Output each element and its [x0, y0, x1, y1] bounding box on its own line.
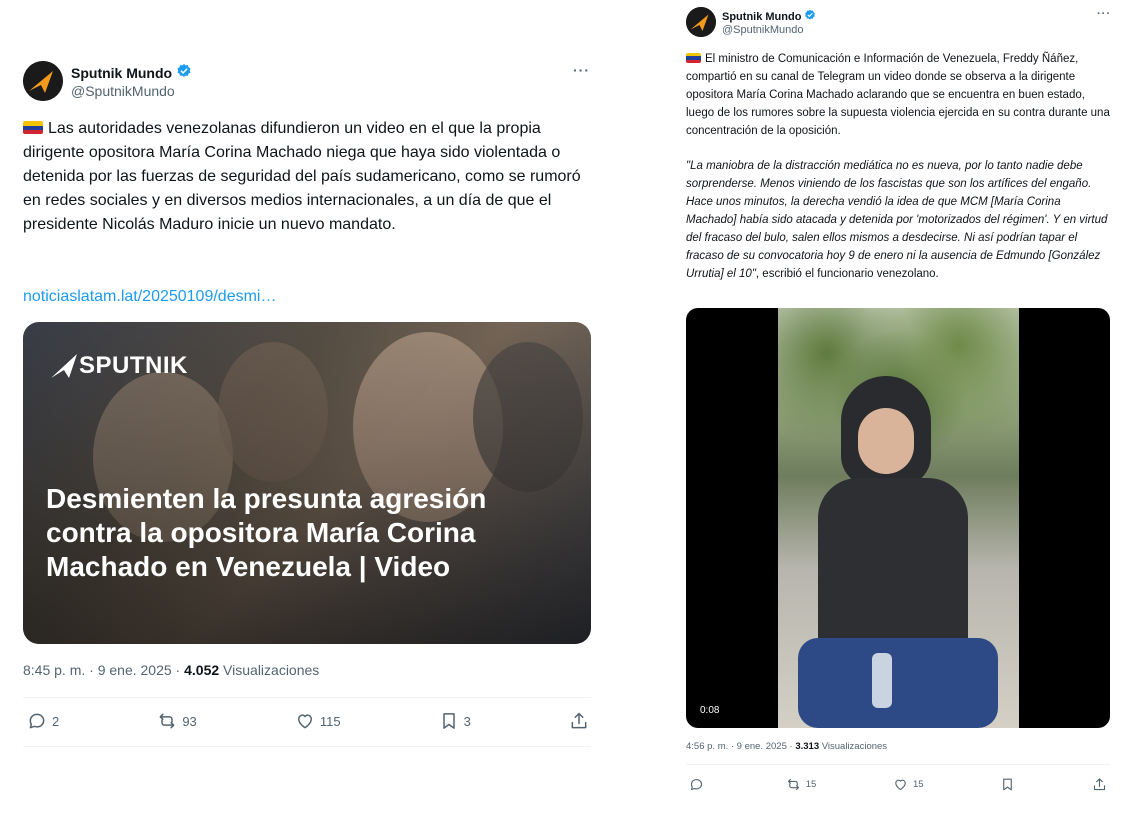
share-button[interactable] — [569, 711, 589, 731]
reply-icon — [29, 713, 45, 729]
tweet-quote: "La maniobra de la distracción mediática… — [686, 157, 1114, 283]
author-handle[interactable]: @SputnikMundo — [722, 24, 804, 36]
sputnik-avatar[interactable] — [686, 7, 716, 37]
like-count: 15 — [912, 778, 924, 790]
article-card[interactable]: SPUTNIK Desmienten la presunta agresión … — [23, 322, 591, 644]
share-icon — [1093, 777, 1106, 790]
share-icon — [571, 712, 587, 729]
views-label: Visualizaciones — [219, 662, 320, 678]
person-jeans — [798, 638, 998, 728]
video-player[interactable]: 0:08 — [686, 308, 1110, 728]
tweet-actions: 2 93 115 3 — [27, 710, 589, 732]
bookmark-icon — [1003, 778, 1013, 790]
reply-button[interactable] — [689, 777, 709, 792]
sputnik-card-logo: SPUTNIK — [49, 352, 188, 380]
divider — [23, 697, 591, 698]
venezuela-flag-icon — [23, 121, 43, 135]
tweet-body: Las autoridades venezolanas difundieron … — [23, 120, 581, 233]
author-name[interactable]: Sputnik Mundo — [71, 65, 172, 81]
right-tweet: Sputnik Mundo @SputnikMundo ··· El minis… — [660, 0, 1148, 823]
venezuela-flag-icon — [686, 52, 701, 63]
video-frame — [778, 308, 1019, 728]
card-logo-text: SPUTNIK — [79, 352, 188, 379]
repost-icon — [159, 713, 175, 729]
more-icon[interactable]: ··· — [573, 62, 590, 78]
tweet-meta: 8:45 p. m. · 9 ene. 2025 · 4.052 Visuali… — [23, 662, 319, 678]
views-count: 3.313 — [795, 741, 820, 752]
quote-tail: , escribió el funcionario venezolano. — [755, 268, 939, 280]
repost-icon — [787, 778, 799, 790]
author-name-line[interactable]: Sputnik Mundo — [71, 63, 192, 82]
bookmark-count: 3 — [463, 713, 471, 729]
like-icon — [297, 714, 312, 729]
quote-italic: "La maniobra de la distracción mediática… — [686, 160, 1108, 280]
like-count: 115 — [319, 713, 341, 729]
tweet-meta: 4:56 p. m. · 9 ene. 2025 · 3.313 Visuali… — [686, 741, 887, 752]
divider — [686, 764, 1110, 765]
like-icon — [895, 779, 906, 790]
tweet-timestamp[interactable]: 4:56 p. m. · 9 ene. 2025 · — [686, 741, 795, 752]
sputnik-logo-icon — [23, 61, 63, 101]
reply-icon — [690, 778, 703, 790]
repost-count: 93 — [182, 713, 197, 729]
like-button[interactable]: 115 — [295, 711, 341, 731]
bookmark-button[interactable]: 3 — [439, 711, 471, 731]
author-name-line[interactable]: Sputnik Mundo — [722, 9, 816, 24]
sputnik-logo-icon — [51, 354, 77, 378]
author-handle[interactable]: @SputnikMundo — [71, 83, 175, 99]
share-button[interactable] — [1092, 777, 1107, 792]
views-count: 4.052 — [184, 662, 220, 678]
person-face — [858, 408, 914, 474]
article-link[interactable]: noticiaslatam.lat/20250109/desmi… — [23, 288, 276, 306]
video-time: 0:08 — [700, 705, 720, 716]
tweet-text: Las autoridades venezolanas difundieron … — [23, 117, 595, 237]
divider — [23, 746, 591, 747]
tweet-body: El ministro de Comunicación e Informació… — [686, 53, 1110, 137]
tweet-actions: 15 15 — [689, 776, 1107, 792]
repost-button[interactable]: 15 — [786, 777, 817, 792]
repost-button[interactable]: 93 — [157, 711, 197, 731]
sputnik-avatar[interactable] — [23, 61, 63, 101]
water-bottle — [872, 653, 892, 708]
reply-count: 2 — [52, 713, 60, 729]
views-label: Visualizaciones — [819, 741, 888, 752]
repost-count: 15 — [805, 778, 817, 790]
like-button[interactable]: 15 — [893, 777, 924, 792]
tweet-timestamp[interactable]: 8:45 p. m. · 9 ene. 2025 · — [23, 662, 184, 678]
more-icon[interactable]: ··· — [1097, 8, 1111, 20]
author-name[interactable]: Sputnik Mundo — [722, 11, 801, 23]
bookmark-button[interactable] — [1000, 777, 1015, 792]
sputnik-logo-icon — [686, 7, 716, 37]
card-headline: Desmienten la presunta agresión contra l… — [46, 483, 487, 582]
reply-button[interactable]: 2 — [27, 711, 59, 731]
tweet-text: El ministro de Comunicación e Informació… — [686, 50, 1112, 140]
verified-badge-icon — [804, 9, 816, 24]
left-tweet: Sputnik Mundo @SputnikMundo ··· Las auto… — [0, 0, 600, 823]
bookmark-icon — [442, 713, 455, 729]
verified-badge-icon — [176, 63, 192, 82]
